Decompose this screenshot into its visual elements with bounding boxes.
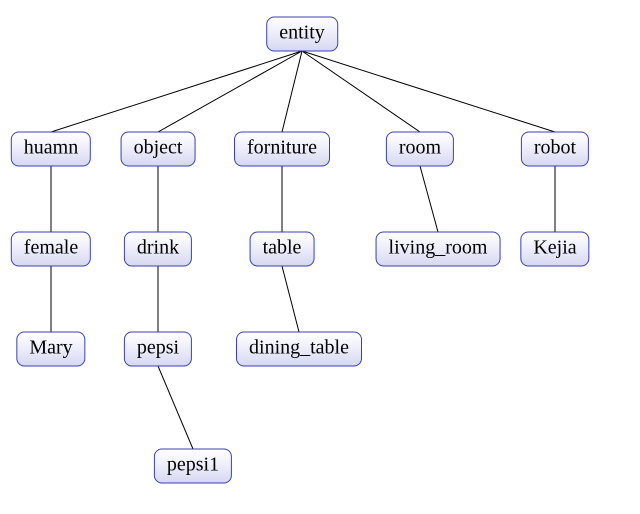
edge-pepsi-pepsi1: [158, 366, 193, 449]
tree-node-living_room: living_room: [376, 232, 501, 267]
edge-entity-room: [302, 51, 420, 132]
edge-entity-object: [158, 51, 302, 132]
tree-node-robot: robot: [521, 132, 589, 167]
tree-node-kejia: Kejia: [520, 232, 589, 267]
tree-node-drink: drink: [124, 232, 192, 267]
tree-node-room: room: [386, 132, 454, 167]
tree-node-pepsi: pepsi: [124, 332, 192, 367]
edge-entity-huamn: [51, 51, 302, 132]
tree-node-dining_table: dining_table: [236, 332, 362, 367]
tree-node-pepsi1: pepsi1: [154, 449, 232, 484]
tree-node-entity: entity: [266, 17, 338, 52]
tree-node-forniture: forniture: [234, 132, 330, 167]
tree-node-female: female: [11, 232, 91, 267]
edge-table-dining_table: [282, 266, 299, 332]
tree-node-mary: Mary: [16, 332, 85, 367]
edge-room-living_room: [420, 166, 438, 232]
tree-node-object: object: [121, 132, 196, 167]
edge-entity-forniture: [282, 51, 302, 132]
edge-entity-robot: [302, 51, 555, 132]
tree-node-huamn: huamn: [11, 132, 91, 167]
tree-node-table: table: [250, 232, 315, 267]
tree-diagram: entity huamn object forniture room robot femal…: [0, 0, 640, 514]
